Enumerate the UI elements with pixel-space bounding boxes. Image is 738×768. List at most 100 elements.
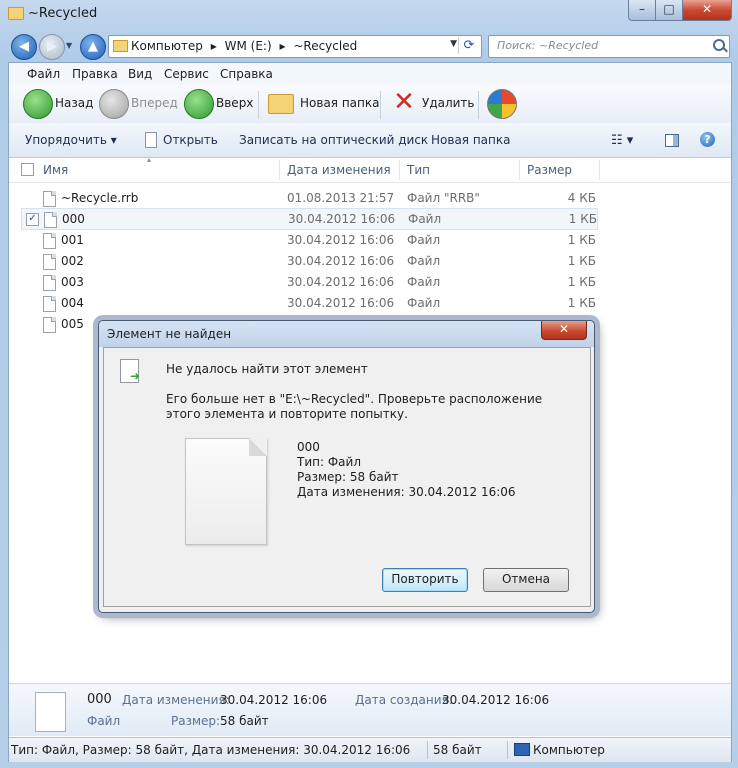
menu-file[interactable]: Файл: [27, 67, 60, 81]
breadcrumb-separator[interactable]: ▸: [211, 39, 217, 53]
file-move-icon: [120, 359, 140, 383]
navigation-row: ◀ ▶ ▼ ▲ Компьютер ▸ WM (E:) ▸ ~Recycled …: [0, 30, 738, 62]
breadcrumb-item[interactable]: Компьютер: [131, 39, 203, 53]
row-checkbox[interactable]: ✓: [26, 213, 39, 226]
title-bar[interactable]: ~Recycled – □ ✕: [0, 0, 738, 30]
forward-arrow-icon: [99, 89, 129, 119]
dialog-title-bar[interactable]: Элемент не найден ✕: [99, 321, 594, 347]
up-arrow-icon[interactable]: ▲: [80, 34, 106, 60]
column-separator[interactable]: [599, 160, 600, 180]
file-row[interactable]: ~Recycle.rrb 01.08.2013 21:57 Файл "RRB"…: [21, 188, 596, 208]
breadcrumb-separator[interactable]: ▸: [279, 39, 285, 53]
dialog-file-name: 000: [297, 440, 320, 454]
breadcrumb[interactable]: Компьютер ▸ WM (E:) ▸ ~Recycled: [131, 39, 361, 53]
search-input[interactable]: [495, 38, 704, 53]
detail-size-label: Размер:: [171, 714, 221, 728]
dialog-close-button[interactable]: ✕: [541, 321, 587, 340]
file-row[interactable]: 004 30.04.2012 16:06 Файл 1 КБ: [21, 293, 596, 313]
new-folder-button[interactable]: Новая папка: [431, 133, 510, 147]
close-button[interactable]: ✕: [682, 0, 732, 21]
detail-created-value: 30.04.2012 16:06: [442, 693, 550, 707]
file-row[interactable]: 001 30.04.2012 16:06 Файл 1 КБ: [21, 230, 596, 250]
toolbar-separator: [380, 91, 381, 119]
up-arrow-icon: [184, 89, 214, 119]
status-separator: [507, 741, 508, 759]
status-location: Компьютер: [533, 743, 605, 757]
burn-disc-button[interactable]: Записать на оптический диск: [239, 133, 428, 147]
column-header: Имя ▴ Дата изменения Тип Размер: [9, 155, 731, 183]
menu-tools[interactable]: Сервис: [164, 67, 209, 81]
detail-size-value: 58 байт: [220, 714, 269, 728]
search-box[interactable]: [488, 35, 730, 58]
recent-pages-icon[interactable]: ▼: [66, 41, 76, 51]
dialog-file-date: Дата изменения: 30.04.2012 16:06: [297, 485, 516, 499]
file-icon: [43, 296, 56, 312]
dialog-file-type: Тип: Файл: [297, 455, 361, 469]
preview-pane-icon[interactable]: [665, 134, 679, 147]
dialog-heading: Не удалось найти этот элемент: [166, 362, 368, 376]
open-button[interactable]: Открыть: [163, 133, 218, 147]
toolbar-separator: [258, 91, 259, 119]
dialog-title: Элемент не найден: [107, 327, 232, 341]
command-toolbar: Назад Вперед Вверх Новая папка ✕ Удалить: [9, 85, 731, 124]
maximize-button[interactable]: □: [655, 0, 683, 21]
minimize-button[interactable]: –: [628, 0, 656, 21]
column-separator[interactable]: [399, 160, 400, 180]
menu-view[interactable]: Вид: [128, 67, 152, 81]
file-icon: [43, 317, 56, 333]
status-info: Тип: Файл, Размер: 58 байт, Дата изменен…: [11, 743, 411, 757]
status-bar: Тип: Файл, Размер: 58 байт, Дата изменен…: [9, 737, 731, 762]
file-icon: [44, 212, 57, 228]
new-folder-icon: [268, 94, 294, 114]
explorer-window: ~Recycled – □ ✕ ◀ ▶ ▼ ▲ Компьютер ▸ WM (…: [0, 0, 738, 768]
select-all-checkbox[interactable]: [21, 163, 34, 176]
menu-bar: Файл Правка Вид Сервис Справка: [9, 63, 731, 85]
retry-button[interactable]: Повторить: [382, 568, 468, 592]
column-size[interactable]: Размер: [527, 163, 572, 177]
chevron-down-icon[interactable]: ▼: [450, 39, 457, 49]
back-arrow-icon[interactable]: ◀: [11, 34, 37, 60]
item-not-found-dialog: Элемент не найден ✕ Не удалось найти это…: [98, 320, 595, 613]
detail-name: 000: [87, 692, 112, 707]
detail-type: Файл: [87, 714, 121, 728]
menu-help[interactable]: Справка: [220, 67, 273, 81]
folder-icon: [113, 40, 128, 52]
file-row[interactable]: 003 30.04.2012 16:06 Файл 1 КБ: [21, 272, 596, 292]
view-options-icon[interactable]: ☷ ▾: [611, 133, 633, 148]
forward-arrow-icon[interactable]: ▶: [39, 34, 65, 60]
breadcrumb-item[interactable]: ~Recycled: [293, 39, 357, 53]
file-row[interactable]: 002 30.04.2012 16:06 Файл 1 КБ: [21, 251, 596, 271]
file-icon: [43, 275, 56, 291]
pie-chart-icon: [487, 89, 517, 119]
column-name[interactable]: Имя: [43, 163, 68, 177]
dialog-message: Его больше нет в "E:\~Recycled". Проверь…: [166, 392, 543, 421]
status-separator: [427, 741, 428, 759]
breadcrumb-item[interactable]: WM (E:): [225, 39, 272, 53]
file-icon: [145, 132, 157, 148]
organize-button[interactable]: Упорядочить ▾: [25, 133, 117, 147]
column-separator[interactable]: [279, 160, 280, 180]
window-title: ~Recycled: [28, 6, 98, 21]
column-type[interactable]: Тип: [407, 163, 430, 177]
detail-date-value: 30.04.2012 16:06: [220, 693, 328, 707]
column-separator[interactable]: [519, 160, 520, 180]
file-row-selected[interactable]: ✓ 000 30.04.2012 16:06 Файл 1 КБ: [21, 208, 598, 230]
address-bar[interactable]: Компьютер ▸ WM (E:) ▸ ~Recycled ▼ ⟳: [108, 35, 482, 58]
file-icon: [43, 254, 56, 270]
cancel-button[interactable]: Отмена: [483, 568, 569, 592]
search-icon[interactable]: [713, 39, 725, 51]
dialog-body: Не удалось найти этот элемент Его больше…: [103, 347, 591, 607]
refresh-icon[interactable]: ⟳: [458, 37, 479, 54]
file-icon: [185, 438, 267, 545]
file-icon: [35, 692, 66, 732]
folder-icon: [8, 7, 24, 20]
menu-edit[interactable]: Правка: [72, 67, 118, 81]
back-arrow-icon: [23, 89, 53, 119]
column-date[interactable]: Дата изменения: [287, 163, 391, 177]
delete-x-icon: ✕: [393, 87, 415, 117]
details-pane: 000 Файл Дата изменения: 30.04.2012 16:0…: [9, 683, 731, 736]
toolbar-separator: [478, 91, 479, 119]
help-icon[interactable]: ?: [700, 132, 715, 147]
file-icon: [43, 191, 56, 207]
sort-arrow-icon: ▴: [147, 155, 152, 164]
